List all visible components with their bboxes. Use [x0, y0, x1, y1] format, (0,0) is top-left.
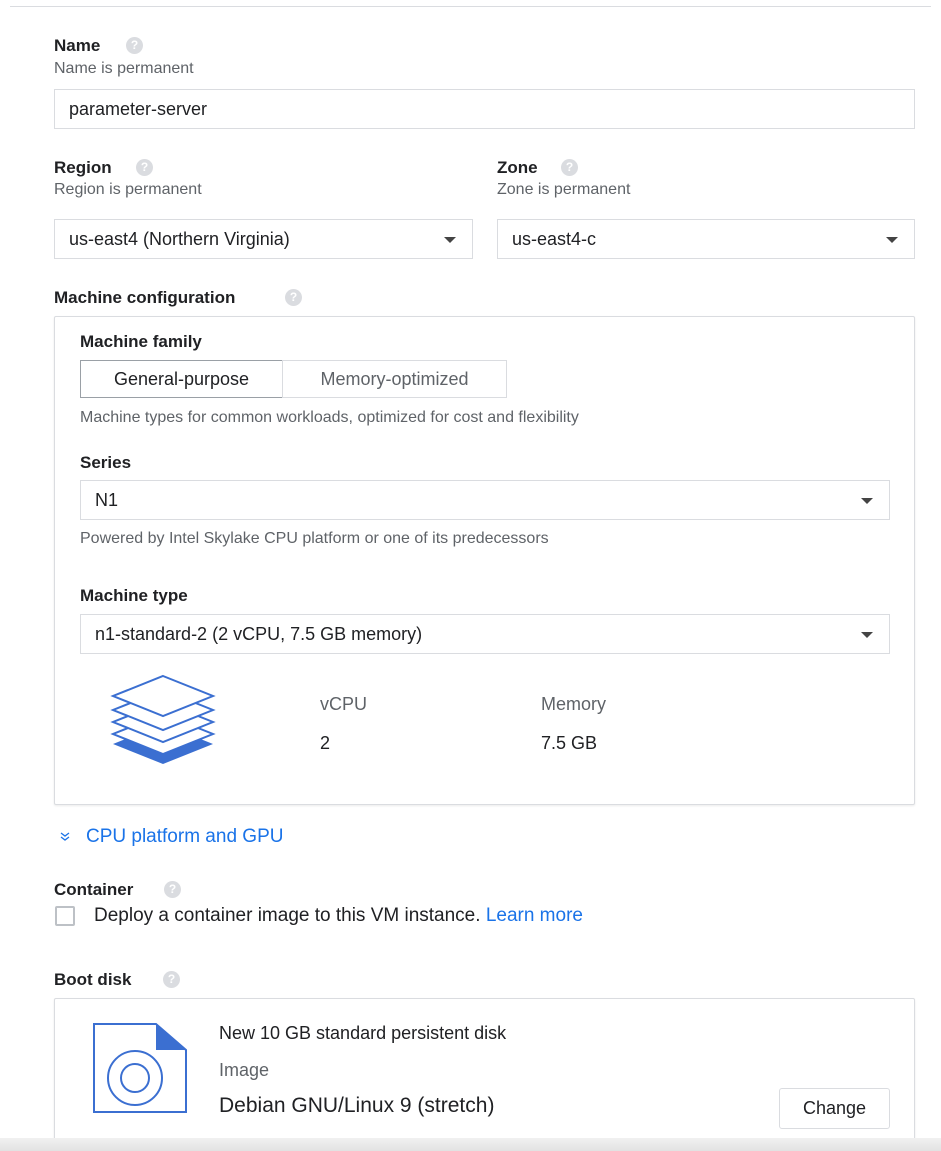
boot-disk-image-label: Image	[219, 1060, 270, 1080]
zone-label: Zone	[497, 158, 538, 177]
chevron-down-icon	[886, 237, 898, 243]
machine-family-description: Machine types for common workloads, opti…	[80, 409, 579, 426]
zone-select[interactable]: us-east4-c	[497, 219, 915, 259]
machine-type-label: Machine type	[80, 586, 188, 605]
zone-help-icon[interactable]: ?	[561, 159, 578, 176]
chevron-down-icon	[444, 237, 456, 243]
deploy-container-label: Deploy a container image to this VM inst…	[94, 905, 481, 926]
machine-type-select-value: n1-standard-2 (2 vCPU, 7.5 GB memory)	[95, 623, 423, 644]
region-label: Region	[54, 158, 112, 177]
chevron-down-icon	[861, 498, 873, 504]
memory-label: Memory	[541, 694, 607, 714]
name-input[interactable]: parameter-server	[54, 89, 915, 129]
container-help-icon[interactable]: ?	[164, 881, 181, 898]
boot-disk-image-value: Debian GNU/Linux 9 (stretch)	[219, 1094, 495, 1117]
tab-general-purpose[interactable]: General-purpose	[80, 360, 283, 398]
machine-stack-icon	[110, 674, 216, 764]
chevron-down-icon	[861, 632, 873, 638]
top-divider	[10, 6, 931, 7]
double-chevron-down-icon	[60, 832, 70, 841]
boot-disk-title: New 10 GB standard persistent disk	[219, 1023, 507, 1043]
region-select-value: us-east4 (Northern Virginia)	[69, 228, 290, 249]
disk-icon	[93, 1023, 187, 1113]
deploy-container-checkbox[interactable]	[55, 906, 75, 926]
region-help-icon[interactable]: ?	[136, 159, 153, 176]
series-description: Powered by Intel Skylake CPU platform or…	[80, 530, 549, 547]
vcpu-value: 2	[320, 733, 331, 753]
machine-type-select[interactable]: n1-standard-2 (2 vCPU, 7.5 GB memory)	[80, 614, 890, 654]
cpu-platform-expander[interactable]: CPU platform and GPU	[58, 826, 283, 848]
boot-disk-card: New 10 GB standard persistent disk Image…	[54, 998, 915, 1143]
name-subtitle: Name is permanent	[54, 60, 194, 77]
machine-configuration-help-icon[interactable]: ?	[285, 289, 302, 306]
vcpu-label: vCPU	[320, 694, 368, 714]
container-label: Container	[54, 880, 134, 899]
machine-configuration-label: Machine configuration	[54, 288, 236, 307]
boot-disk-help-icon[interactable]: ?	[163, 971, 180, 988]
series-label: Series	[80, 453, 132, 472]
cpu-platform-link[interactable]: CPU platform and GPU	[86, 826, 283, 848]
bottom-edge	[0, 1138, 941, 1151]
change-button[interactable]: Change	[779, 1088, 890, 1129]
name-label: Name	[54, 36, 101, 55]
series-select-value: N1	[95, 489, 119, 510]
name-help-icon[interactable]: ?	[126, 37, 143, 54]
learn-more-link[interactable]: Learn more	[486, 905, 583, 926]
region-select[interactable]: us-east4 (Northern Virginia)	[54, 219, 473, 259]
memory-value: 7.5 GB	[541, 733, 598, 753]
deploy-container-text-row: Deploy a container image to this VM inst…	[94, 905, 583, 927]
machine-family-label: Machine family	[80, 332, 202, 351]
boot-disk-label: Boot disk	[54, 970, 132, 989]
region-subtitle: Region is permanent	[54, 181, 202, 198]
tab-memory-optimized[interactable]: Memory-optimized	[282, 360, 507, 398]
machine-configuration-card: Machine family General-purpose Memory-op…	[54, 316, 915, 805]
zone-subtitle: Zone is permanent	[497, 181, 631, 198]
series-select[interactable]: N1	[80, 480, 890, 520]
zone-select-value: us-east4-c	[512, 228, 597, 249]
